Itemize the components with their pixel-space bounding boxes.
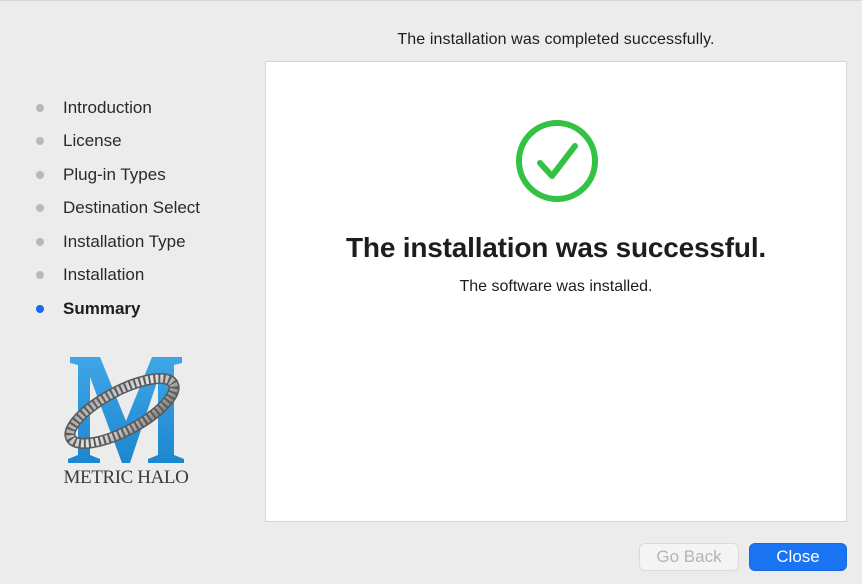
step-label: License <box>63 131 122 151</box>
checkmark-circle-icon <box>516 120 598 202</box>
step-label: Installation Type <box>63 231 186 251</box>
step-label: Destination Select <box>63 198 201 218</box>
status-header: The installation was completed successfu… <box>397 31 715 48</box>
close-button[interactable]: Close <box>749 543 847 571</box>
metric-halo-logo-icon <box>64 357 184 463</box>
step-bullet-icon <box>36 137 44 146</box>
metric-halo-logo: METRIC HALO <box>56 349 206 499</box>
step-current-bullet-icon <box>36 304 44 313</box>
step-introduction: Introduction <box>36 91 200 125</box>
step-license: License <box>36 125 200 159</box>
step-bullet-icon <box>36 204 44 213</box>
step-plugin-types: Plug-in Types <box>36 158 200 192</box>
summary-content-panel: The installation was successful. The sof… <box>265 61 847 522</box>
step-label: Introduction <box>63 97 152 117</box>
installer-window: The installation was completed successfu… <box>0 0 862 584</box>
step-bullet-icon <box>36 237 44 246</box>
success-title: The installation was successful. <box>346 232 766 263</box>
step-bullet-icon <box>36 103 44 112</box>
step-installation-type: Installation Type <box>36 225 200 259</box>
step-bullet-icon <box>36 170 44 179</box>
success-subtitle: The software was installed. <box>459 278 653 295</box>
step-installation: Installation <box>36 259 200 293</box>
step-label: Installation <box>63 265 145 285</box>
step-label: Summary <box>63 298 141 318</box>
step-label: Plug-in Types <box>63 164 166 184</box>
step-destination-select: Destination Select <box>36 192 200 226</box>
step-bullet-icon <box>36 271 44 280</box>
go-back-button[interactable]: Go Back <box>639 543 739 571</box>
installer-steps-list: Introduction License Plug-in Types Desti… <box>36 91 200 326</box>
step-summary: Summary <box>36 292 200 326</box>
logo-caption: METRIC HALO <box>63 467 189 488</box>
